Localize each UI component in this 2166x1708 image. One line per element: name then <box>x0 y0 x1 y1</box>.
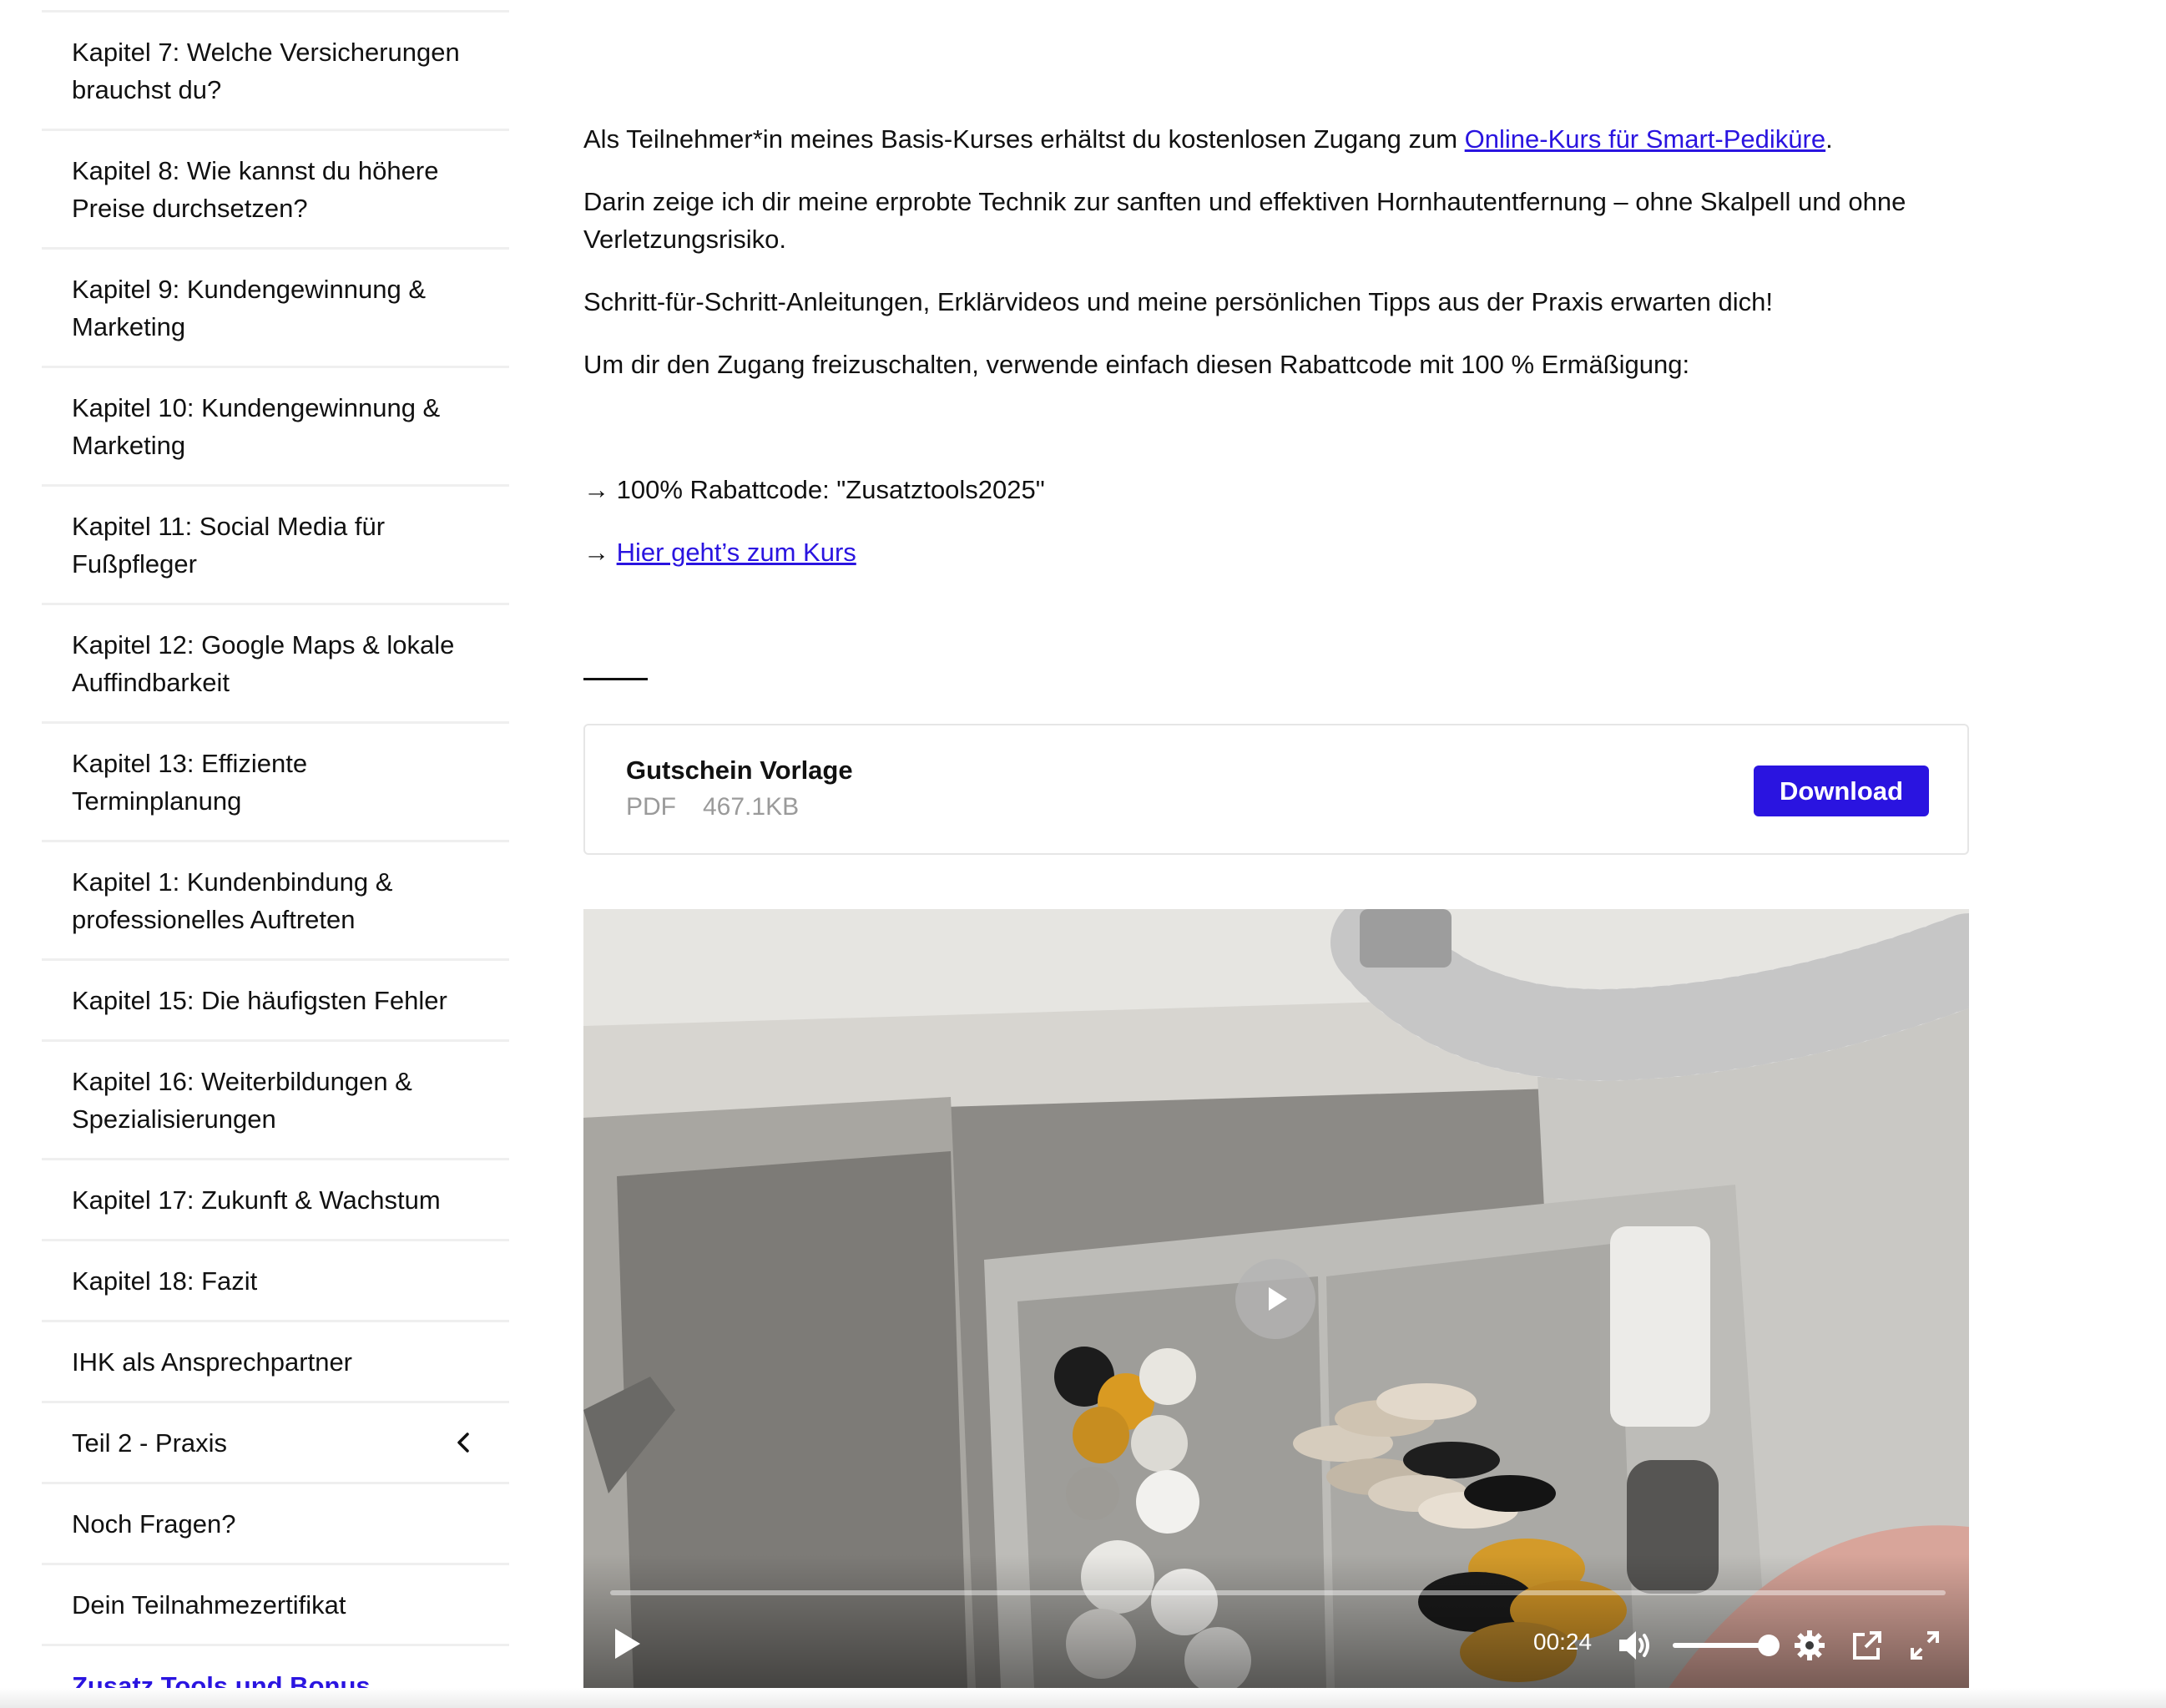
mute-button[interactable] <box>1617 1627 1654 1664</box>
external-link-icon <box>1853 1631 1881 1660</box>
settings-gear-icon <box>1795 1630 1825 1660</box>
tips-paragraph: Schritt-für-Schritt-Anleitungen, Erklärv… <box>583 287 1773 316</box>
sidebar-item[interactable]: Kapitel 11: Social Media für Fußpfleger <box>42 487 509 605</box>
controls-overlay <box>583 1554 1969 1688</box>
sidebar: Kapitel 7: Welche Versicherungen brauchs… <box>42 0 509 1708</box>
course-link-line: → Hier geht’s zum Kurs <box>583 533 1969 571</box>
sidebar-item[interactable]: Kapitel 13: Effiziente Terminplanung <box>42 724 509 842</box>
sidebar-item[interactable]: Kapitel 16: Weiterbildungen & Spezialisi… <box>42 1042 509 1160</box>
sidebar-item-label: Kapitel 8: Wie kannst du höhere Preise d… <box>72 155 439 223</box>
sidebar-item-label: Kapitel 16: Weiterbildungen & Spezialisi… <box>72 1066 412 1134</box>
discount-code-line: → 100% Rabattcode: "Zusatztools2025" <box>583 475 1045 504</box>
sidebar-item-label: Kapitel 18: Fazit <box>72 1266 258 1296</box>
file-type: PDF <box>626 793 676 821</box>
intro-paragraph: Als Teilnehmer*in meines Basis-Kurses er… <box>583 120 1969 158</box>
sidebar-item[interactable]: Kapitel 10: Kundengewinnung & Marketing <box>42 368 509 487</box>
page: Kapitel 7: Welche Versicherungen brauchs… <box>0 0 2166 1708</box>
sidebar-item[interactable]: Teil 2 - Praxis <box>42 1403 509 1484</box>
sidebar-item-label: Kapitel 15: Die häufigsten Fehler <box>72 985 447 1015</box>
sidebar-item[interactable]: Kapitel 17: Zukunft & Wachstum <box>42 1160 509 1241</box>
sidebar-item[interactable]: Kapitel 1: Kundenbindung & professionell… <box>42 842 509 961</box>
page-bottom-edge <box>0 1688 2166 1708</box>
sidebar-item-label: Kapitel 13: Effiziente Terminplanung <box>72 748 308 816</box>
progress-bar[interactable] <box>610 1590 1946 1595</box>
file-attachment-card: Gutschein Vorlage PDF 467.1KB Download <box>583 724 1969 855</box>
sidebar-item[interactable]: Dein Teilnahmezertifikat <box>42 1565 509 1646</box>
sidebar-item[interactable]: Noch Fragen? <box>42 1484 509 1565</box>
sidebar-item-label: Kapitel 11: Social Media für Fußpfleger <box>72 511 386 579</box>
volume-level <box>1673 1643 1766 1648</box>
technique-paragraph: Darin zeige ich dir meine erprobte Techn… <box>583 187 1906 254</box>
sidebar-item-label: Kapitel 7: Welche Versicherungen brauchs… <box>72 37 460 104</box>
volume-handle[interactable] <box>1758 1635 1780 1656</box>
fullscreen-icon <box>1911 1631 1939 1660</box>
fullscreen-button[interactable] <box>1906 1627 1943 1664</box>
file-meta: PDF 467.1KB <box>626 793 799 821</box>
sidebar-item-label: Kapitel 10: Kundengewinnung & Marketing <box>72 392 441 460</box>
section-divider <box>583 678 648 680</box>
sidebar-item-label: IHK als Ansprechpartner <box>72 1347 353 1377</box>
sidebar-item-label: Kapitel 12: Google Maps & lokale Auffind… <box>72 629 455 697</box>
sidebar-item[interactable]: Kapitel 8: Wie kannst du höhere Preise d… <box>42 131 509 250</box>
file-size: 467.1KB <box>703 793 800 821</box>
discount-paragraph: Um dir den Zugang freizuschalten, verwen… <box>583 350 1690 379</box>
volume-icon <box>1619 1631 1649 1660</box>
sidebar-item-label: Noch Fragen? <box>72 1508 236 1539</box>
sidebar-list: Kapitel 7: Welche Versicherungen brauchs… <box>42 13 509 1708</box>
sidebar-item[interactable]: Kapitel 7: Welche Versicherungen brauchs… <box>42 13 509 131</box>
sidebar-item[interactable]: IHK als Ansprechpartner <box>42 1322 509 1403</box>
arrow-text: → <box>583 538 617 567</box>
open-external-button[interactable] <box>1849 1627 1886 1664</box>
sidebar-item[interactable]: Kapitel 15: Die häufigsten Fehler <box>42 961 509 1042</box>
big-play-button[interactable] <box>1235 1259 1315 1339</box>
settings-button[interactable] <box>1791 1627 1828 1664</box>
volume-slider[interactable] <box>1673 1643 1766 1648</box>
play-icon <box>1269 1287 1287 1311</box>
sidebar-item-label: Kapitel 9: Kundengewinnung & Marketing <box>72 274 426 341</box>
download-button[interactable]: Download <box>1754 766 1929 816</box>
sidebar-item-label: Kapitel 17: Zukunft & Wachstum <box>72 1185 441 1215</box>
intro-text: Als Teilnehmer*in meines Basis-Kurses er… <box>583 124 1465 154</box>
file-title: Gutschein Vorlage <box>626 755 853 785</box>
play-button[interactable] <box>610 1625 644 1662</box>
sidebar-item-label: Teil 2 - Praxis <box>72 1428 228 1458</box>
sidebar-item[interactable]: Kapitel 12: Google Maps & lokale Auffind… <box>42 605 509 724</box>
sidebar-item-label: Kapitel 1: Kundenbindung & professionell… <box>72 867 393 934</box>
chevron-left-icon[interactable] <box>449 1428 479 1458</box>
sidebar-item[interactable]: Kapitel 9: Kundengewinnung & Marketing <box>42 250 509 368</box>
time-display: 00:24 <box>1533 1629 1593 1655</box>
video-player[interactable]: 00:24 <box>583 909 1969 1688</box>
sidebar-item-label: Dein Teilnahmezertifikat <box>72 1589 346 1620</box>
smart-pedicure-course-link[interactable]: Online-Kurs für Smart-Pediküre <box>1465 124 1825 154</box>
intro-suffix: . <box>1825 124 1833 154</box>
sidebar-item[interactable]: Kapitel 18: Fazit <box>42 1241 509 1322</box>
play-icon <box>615 1629 640 1659</box>
go-to-course-link[interactable]: Hier geht’s zum Kurs <box>617 538 856 567</box>
